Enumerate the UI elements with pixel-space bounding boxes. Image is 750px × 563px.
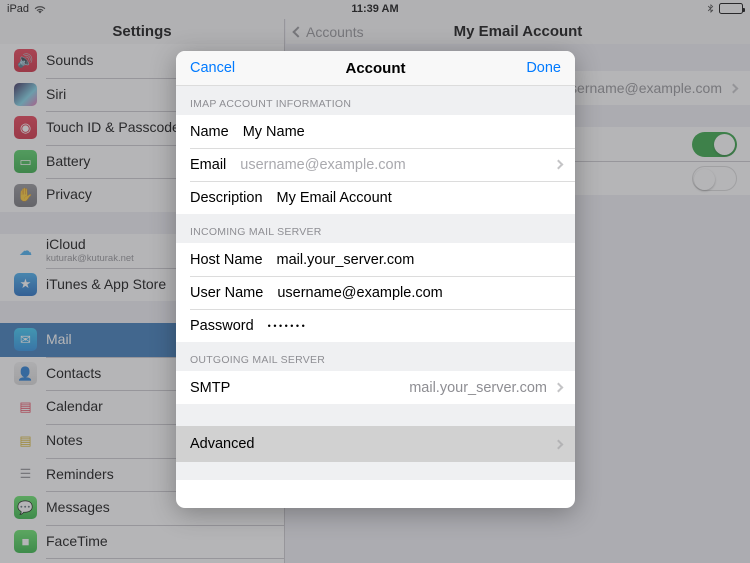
field-label: Name <box>190 123 229 140</box>
field-row-description[interactable]: Description My Email Account <box>176 181 575 214</box>
chevron-right-icon <box>553 382 564 393</box>
advanced-label: Advanced <box>190 436 255 452</box>
chevron-right-icon <box>553 159 564 170</box>
field-row-user-name[interactable]: User Name username@example.com <box>176 276 575 309</box>
modal-body: IMAP ACCOUNT INFORMATION Name My Name Email… <box>176 86 575 480</box>
field-value: mail.your_server.com <box>276 251 415 268</box>
field-label: SMTP <box>190 379 231 396</box>
modal-title: Account <box>345 59 406 77</box>
field-label: Password <box>190 317 254 334</box>
field-value: mail.your_server.com <box>409 379 547 396</box>
status-dim-overlay <box>0 0 750 19</box>
account-modal: Cancel Account Done IMAP ACCOUNT INFORMA… <box>176 51 575 508</box>
field-label: Host Name <box>190 251 263 268</box>
field-label: User Name <box>190 284 264 301</box>
modal-section-gap <box>176 404 575 426</box>
field-value: username@example.com <box>240 156 406 173</box>
field-row-smtp[interactable]: SMTP mail.your_server.com <box>176 371 575 404</box>
field-value: ••••••• <box>267 320 308 331</box>
section-header: IMAP ACCOUNT INFORMATION <box>176 86 575 115</box>
advanced-row[interactable]: Advanced <box>176 426 575 462</box>
field-label: Email <box>190 156 227 173</box>
field-value: username@example.com <box>277 284 443 301</box>
field-label: Description <box>190 189 263 206</box>
chevron-right-icon <box>553 439 564 449</box>
field-row-email[interactable]: Email username@example.com <box>176 148 575 181</box>
done-button[interactable]: Done <box>526 60 561 76</box>
cancel-button[interactable]: Cancel <box>190 60 235 76</box>
field-value: My Name <box>242 123 305 140</box>
section-header: OUTGOING MAIL SERVER <box>176 342 575 371</box>
field-row-password[interactable]: Password ••••••• <box>176 309 575 342</box>
field-value: My Email Account <box>276 189 392 206</box>
modal-toolbar: Cancel Account Done <box>176 51 575 86</box>
field-row-name[interactable]: Name My Name <box>176 115 575 148</box>
modal-footer-gap <box>176 462 575 480</box>
section-header: INCOMING MAIL SERVER <box>176 214 575 243</box>
field-row-host-name[interactable]: Host Name mail.your_server.com <box>176 243 575 276</box>
